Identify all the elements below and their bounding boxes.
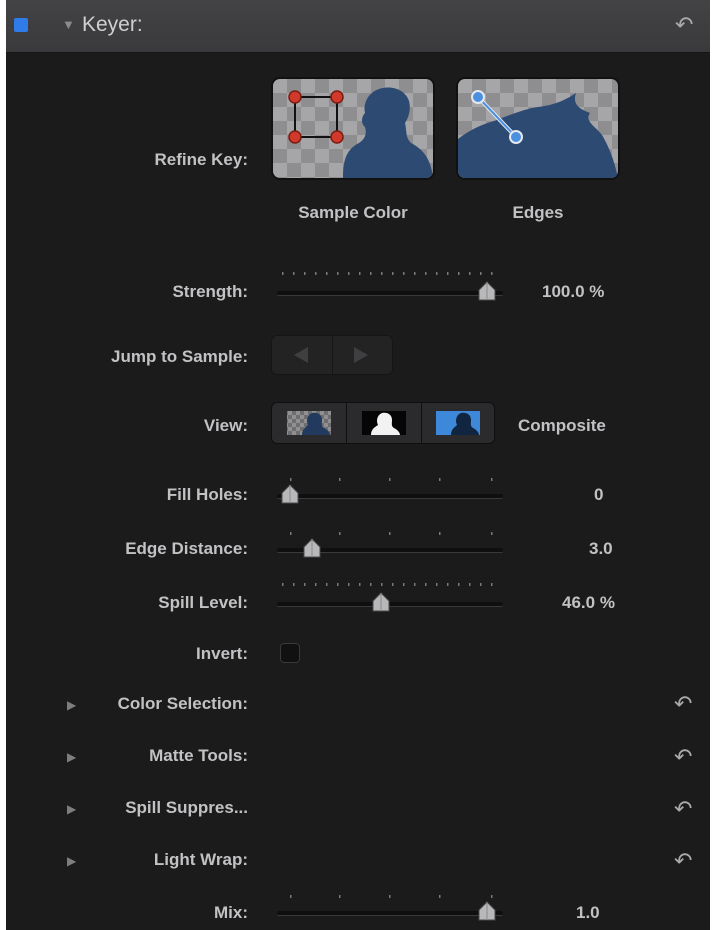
matte-view-icon	[362, 411, 406, 435]
slider-ticks	[288, 471, 498, 481]
original-view-icon	[436, 411, 480, 435]
invert-label: Invert:	[196, 644, 248, 663]
disclosure-triangle-right-icon[interactable]: ▶	[67, 750, 76, 764]
keyer-panel: ▼ Keyer: ↶ Refine Key: Sample Color Edge…	[6, 0, 710, 930]
fill-holes-value: 0	[594, 485, 604, 504]
disclosure-triangle-right-icon[interactable]: ▶	[67, 854, 76, 868]
slider-thumb[interactable]	[281, 484, 299, 504]
view-composite-button[interactable]	[272, 403, 347, 443]
next-sample-button[interactable]	[332, 336, 392, 374]
group-matte-tools[interactable]: Matte Tools:	[149, 746, 248, 766]
slider-track	[277, 911, 503, 916]
strength-label: Strength:	[172, 282, 248, 301]
edges-label: Edges	[512, 203, 564, 222]
jump-to-sample-label: Jump to Sample:	[111, 347, 248, 366]
composite-view-icon	[287, 411, 331, 435]
disclosure-triangle-right-icon[interactable]: ▶	[67, 698, 76, 712]
disclosure-triangle-down-icon[interactable]: ▼	[62, 17, 75, 32]
strength-value: 100.0 %	[542, 282, 605, 301]
view-original-button[interactable]	[421, 403, 495, 443]
sample-color-button[interactable]	[273, 79, 433, 178]
slider-ticks	[282, 576, 502, 586]
reset-arrow-icon[interactable]: ↶	[674, 746, 692, 768]
reset-arrow-icon[interactable]: ↶	[675, 14, 693, 36]
slider-ticks	[288, 888, 498, 898]
mix-label: Mix:	[214, 903, 248, 922]
slider-ticks	[282, 265, 502, 275]
slider-track	[277, 494, 503, 499]
slider-thumb[interactable]	[478, 281, 496, 301]
group-spill-suppression[interactable]: Spill Suppres...	[125, 798, 248, 818]
sample-color-icon	[273, 79, 433, 178]
group-color-selection[interactable]: Color Selection:	[118, 694, 248, 714]
spill-level-label: Spill Level:	[158, 593, 248, 612]
spill-level-value: 46.0 %	[562, 593, 615, 612]
mix-value: 1.0	[576, 903, 600, 922]
invert-checkbox[interactable]	[280, 643, 300, 663]
view-label: View:	[203, 416, 248, 435]
view-segmented-control	[272, 403, 494, 443]
previous-sample-button[interactable]	[272, 336, 333, 374]
reset-arrow-icon[interactable]: ↶	[674, 850, 692, 872]
keyer-header[interactable]: ▼ Keyer: ↶	[6, 0, 710, 53]
refine-key-label: Refine Key:	[154, 150, 248, 169]
fill-holes-label: Fill Holes:	[166, 485, 248, 504]
triangle-right-icon	[354, 347, 368, 363]
reset-arrow-icon[interactable]: ↶	[674, 798, 692, 820]
edge-distance-value: 3.0	[589, 539, 613, 558]
slider-thumb[interactable]	[372, 592, 390, 612]
slider-track	[277, 602, 503, 607]
enable-checkbox[interactable]	[14, 18, 28, 32]
edges-icon	[458, 79, 618, 178]
slider-ticks	[288, 525, 498, 535]
slider-track	[277, 291, 503, 296]
disclosure-triangle-right-icon[interactable]: ▶	[67, 802, 76, 816]
jump-to-sample-control	[272, 336, 392, 374]
reset-arrow-icon[interactable]: ↶	[674, 693, 692, 715]
view-matte-button[interactable]	[347, 403, 422, 443]
slider-thumb[interactable]	[303, 538, 321, 558]
slider-thumb[interactable]	[478, 901, 496, 921]
edges-button[interactable]	[458, 79, 618, 178]
edge-distance-label: Edge Distance:	[125, 539, 248, 558]
triangle-left-icon	[294, 347, 308, 363]
view-mode-value: Composite	[518, 416, 606, 435]
group-light-wrap[interactable]: Light Wrap:	[154, 850, 248, 870]
sample-color-label: Sample Color	[298, 203, 408, 222]
effect-title: Keyer:	[82, 13, 143, 36]
